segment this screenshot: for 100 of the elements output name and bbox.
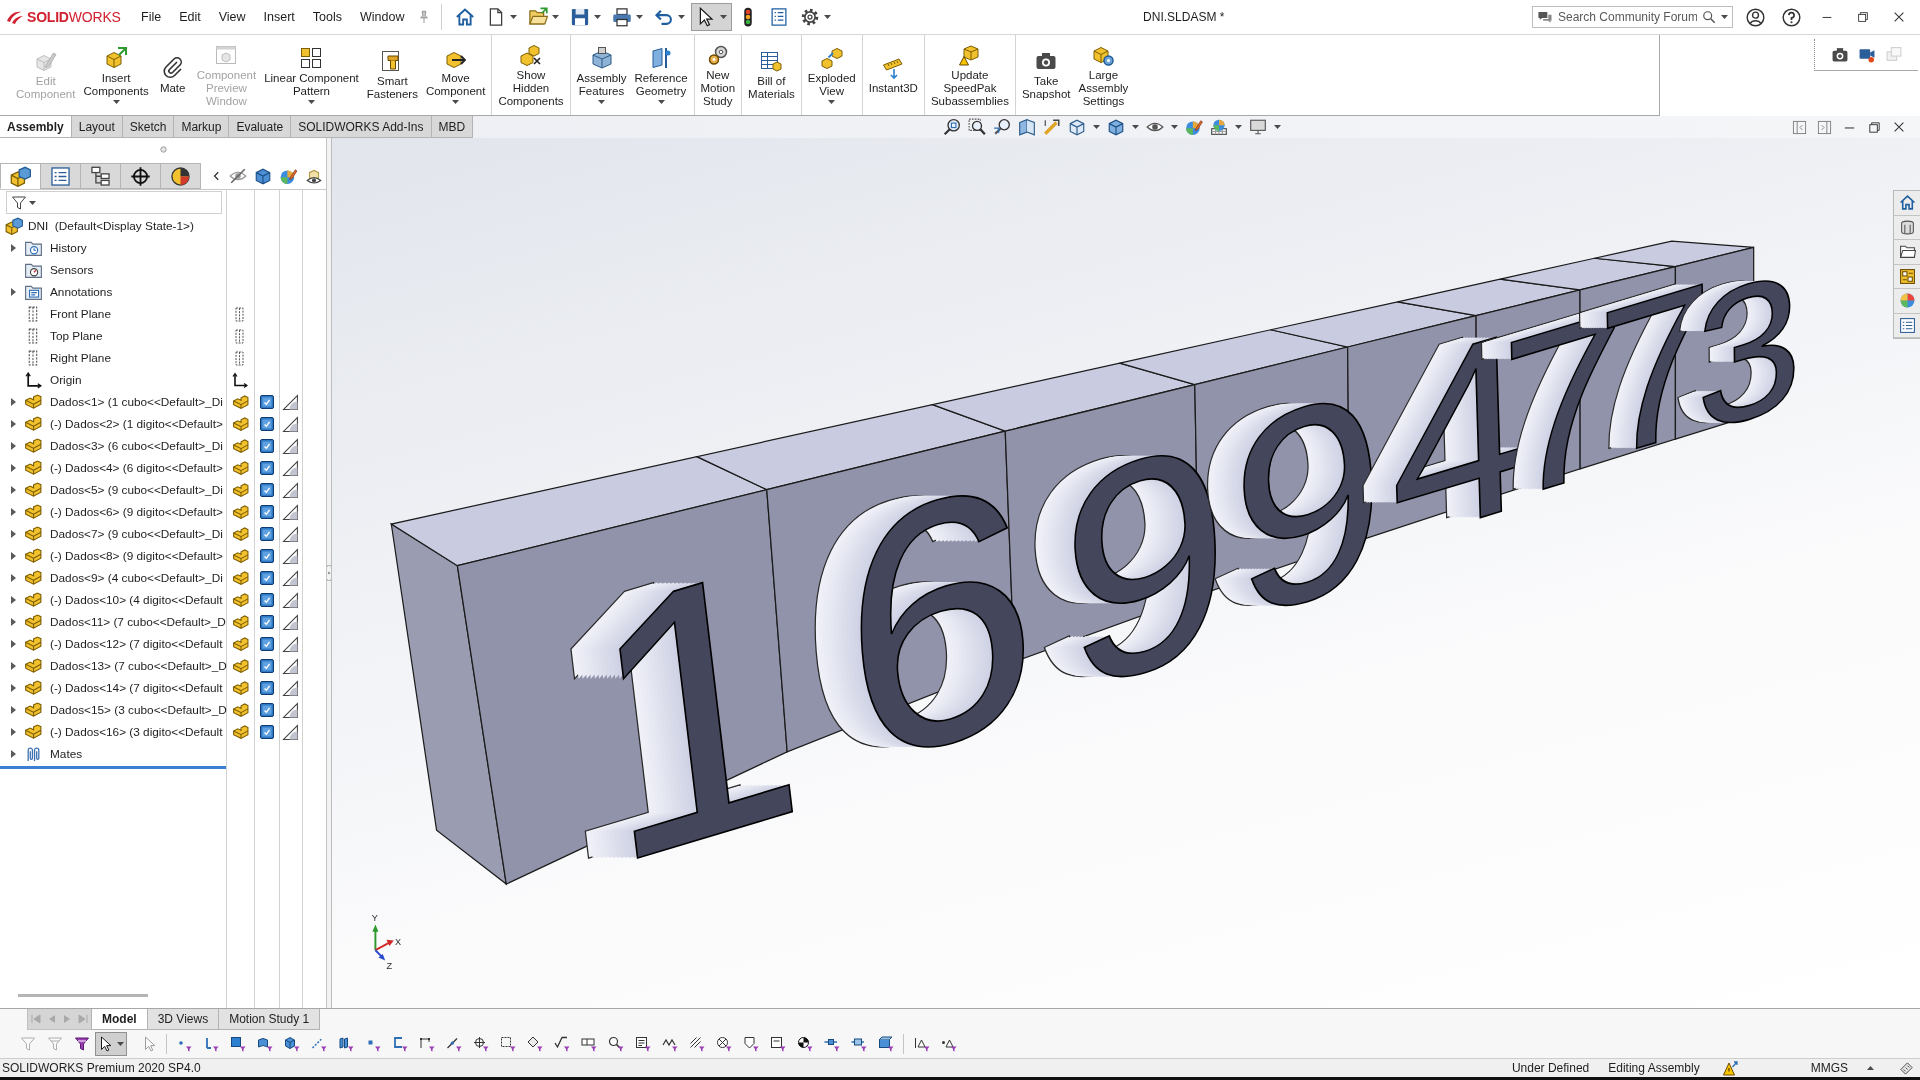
cube-check-icon[interactable] xyxy=(258,416,275,432)
tree-item-label[interactable]: Dados<9> (4 cubo<<Default>_Di xyxy=(50,571,223,585)
diamond-filter-icon[interactable] xyxy=(526,1036,543,1052)
expand-arrow-icon[interactable] xyxy=(10,420,16,428)
task-pane-tab[interactable] xyxy=(1894,191,1920,216)
video-camera-icon[interactable] xyxy=(1857,46,1876,63)
tree-item-label[interactable]: Dados<7> (9 cubo<<Default>_Di xyxy=(50,527,223,541)
box-filter-icon[interactable] xyxy=(769,1036,786,1052)
scene-sphere-icon[interactable] xyxy=(1210,118,1229,136)
zoom-to-area-icon[interactable] xyxy=(968,118,987,136)
expand-arrow-icon[interactable] xyxy=(10,244,16,252)
caret-icon[interactable] xyxy=(307,100,315,104)
half-disc-filter-icon[interactable] xyxy=(796,1036,813,1052)
cube-check-icon[interactable] xyxy=(258,394,275,410)
caret-icon[interactable] xyxy=(1721,15,1728,19)
rebuild-status-icon[interactable] xyxy=(1721,1060,1739,1076)
segment-filter-icon[interactable] xyxy=(445,1036,462,1052)
command-button[interactable]: Show Hidden Components xyxy=(494,38,568,112)
hatch-filter-icon[interactable] xyxy=(688,1036,705,1052)
panel-tab[interactable] xyxy=(80,163,121,189)
expand-arrow-icon[interactable] xyxy=(10,684,16,692)
section-view-icon[interactable] xyxy=(1018,118,1037,136)
command-button[interactable]: Linear Component Pattern xyxy=(260,38,363,112)
cube-check-icon[interactable] xyxy=(258,482,275,498)
caret-icon[interactable] xyxy=(823,15,831,19)
shading-triangle-icon[interactable] xyxy=(282,459,299,477)
cube-check-icon[interactable] xyxy=(258,548,275,564)
tab[interactable]: Motion Study 1 xyxy=(218,1009,321,1030)
bracket-filter-icon[interactable] xyxy=(391,1036,408,1052)
tree-item-label[interactable]: Dados<1> (1 cubo<<Default>_Di xyxy=(50,395,223,409)
expand-arrow-icon[interactable] xyxy=(10,640,16,648)
shading-triangle-icon[interactable] xyxy=(282,679,299,697)
shading-triangle-icon[interactable] xyxy=(282,723,299,741)
filter-field[interactable] xyxy=(6,191,222,214)
cube-check-icon[interactable] xyxy=(258,460,275,476)
tab[interactable]: Sketch xyxy=(121,116,175,138)
shading-triangle-icon[interactable] xyxy=(282,657,299,675)
command-button[interactable]: Reference Geometry xyxy=(630,38,692,112)
tree-item-label[interactable]: (-) Dados<12> (7 digito<<Default xyxy=(50,637,223,651)
expand-arrow-icon[interactable] xyxy=(10,530,16,538)
connector-filter-icon[interactable] xyxy=(850,1036,867,1052)
routing-filter-icon[interactable] xyxy=(913,1036,930,1052)
select-button[interactable] xyxy=(690,3,732,31)
panel-right-icon[interactable] xyxy=(1817,119,1832,135)
tree-item-label[interactable]: (-) Dados<6> (9 digito<<Default> xyxy=(50,505,223,519)
expand-arrow-icon[interactable] xyxy=(10,398,16,406)
appearance-sphere-icon[interactable] xyxy=(1185,118,1204,136)
menu-item[interactable]: Insert xyxy=(254,0,304,34)
part-icon[interactable] xyxy=(230,657,250,675)
tab[interactable]: Markup xyxy=(173,116,230,138)
previous-view-icon[interactable] xyxy=(993,118,1012,136)
task-pane-tab[interactable] xyxy=(1894,264,1920,289)
expand-arrow-icon[interactable] xyxy=(10,750,16,758)
expand-arrow-icon[interactable] xyxy=(10,574,16,582)
caret-icon[interactable] xyxy=(828,100,836,104)
cube-check-icon[interactable] xyxy=(258,504,275,520)
select-button[interactable] xyxy=(95,1032,127,1056)
shield-filter-icon[interactable] xyxy=(742,1036,759,1052)
caret-icon[interactable] xyxy=(677,15,685,19)
shading-triangle-icon[interactable] xyxy=(282,591,299,609)
expand-arrow-icon[interactable] xyxy=(10,464,16,472)
part-icon[interactable] xyxy=(230,547,250,565)
layers-filter-icon[interactable] xyxy=(877,1036,894,1052)
task-pane-tab[interactable] xyxy=(1894,240,1920,265)
face-filter-icon[interactable] xyxy=(229,1036,246,1052)
shading-triangle-icon[interactable] xyxy=(282,525,299,543)
shading-triangle-icon[interactable] xyxy=(282,481,299,499)
caret-icon[interactable] xyxy=(112,100,120,104)
cube-check-icon[interactable] xyxy=(258,526,275,542)
expand-arrow-icon[interactable] xyxy=(10,508,16,516)
cube-check-icon[interactable] xyxy=(258,658,275,674)
cube-icon[interactable] xyxy=(254,167,272,185)
dashed-box-filter-icon[interactable] xyxy=(499,1036,516,1052)
zoom-to-fit-icon[interactable] xyxy=(943,118,962,136)
panel-tab[interactable] xyxy=(40,163,81,189)
panel-tab[interactable] xyxy=(120,163,161,189)
cube-check-icon[interactable] xyxy=(258,438,275,454)
unit-system[interactable]: MMGS xyxy=(1810,1061,1848,1075)
tab[interactable]: MBD xyxy=(430,116,474,138)
panel-left-icon[interactable] xyxy=(1792,119,1807,135)
expand-arrow-icon[interactable] xyxy=(10,552,16,560)
caret-icon[interactable] xyxy=(593,15,601,19)
display-style-icon[interactable] xyxy=(1107,118,1126,136)
shading-triangle-icon[interactable] xyxy=(282,437,299,455)
tab[interactable]: Model xyxy=(91,1009,148,1030)
shading-triangle-icon[interactable] xyxy=(282,569,299,587)
axis-filter-icon[interactable] xyxy=(310,1036,327,1052)
command-button[interactable]: Update SpeedPak Subassemblies xyxy=(926,38,1013,112)
caret-icon[interactable] xyxy=(1132,125,1140,129)
plane-filter-icon[interactable] xyxy=(337,1036,354,1052)
command-button[interactable]: Move Component xyxy=(421,38,490,112)
customize-icon[interactable] xyxy=(1899,1060,1914,1076)
tree-item-label[interactable]: Dados<11> (7 cubo<<Default>_D xyxy=(50,615,226,629)
part-icon[interactable] xyxy=(230,569,250,587)
crossed-circle-filter-icon[interactable] xyxy=(715,1036,732,1052)
origin-icon[interactable] xyxy=(232,371,248,389)
filter-stack-icon[interactable] xyxy=(73,1036,90,1052)
part-icon[interactable] xyxy=(230,591,250,609)
target-filter-icon[interactable] xyxy=(472,1036,489,1052)
tree-item-label[interactable]: Sensors xyxy=(50,263,94,277)
